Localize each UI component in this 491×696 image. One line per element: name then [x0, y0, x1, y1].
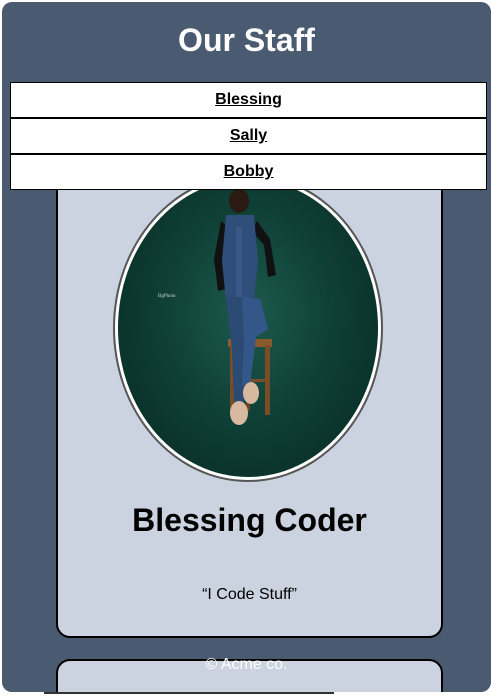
page-frame: Our Staff Blessing Sally Bobby BgPhoto B… — [2, 2, 491, 692]
photo-watermark: BgPhoto — [158, 294, 176, 299]
nav-link-sally[interactable]: Sally — [10, 118, 487, 154]
photo-background: BgPhoto — [118, 179, 378, 477]
staff-nav: Blessing Sally Bobby — [10, 82, 487, 190]
person-figure: BgPhoto — [158, 189, 276, 425]
nav-link-blessing[interactable]: Blessing — [10, 82, 487, 118]
footer-copyright: © Acme co. — [205, 656, 288, 673]
staff-card: BgPhoto Blessing Coder “I Code Stuff” — [56, 152, 443, 638]
bottom-divider — [44, 692, 334, 694]
staff-name: Blessing Coder — [132, 502, 367, 538]
staff-quote: “I Code Stuff” — [202, 586, 297, 603]
nav-link-bobby[interactable]: Bobby — [10, 154, 487, 190]
staff-photo: BgPhoto — [115, 176, 381, 480]
page-title: Our Staff — [178, 22, 315, 58]
